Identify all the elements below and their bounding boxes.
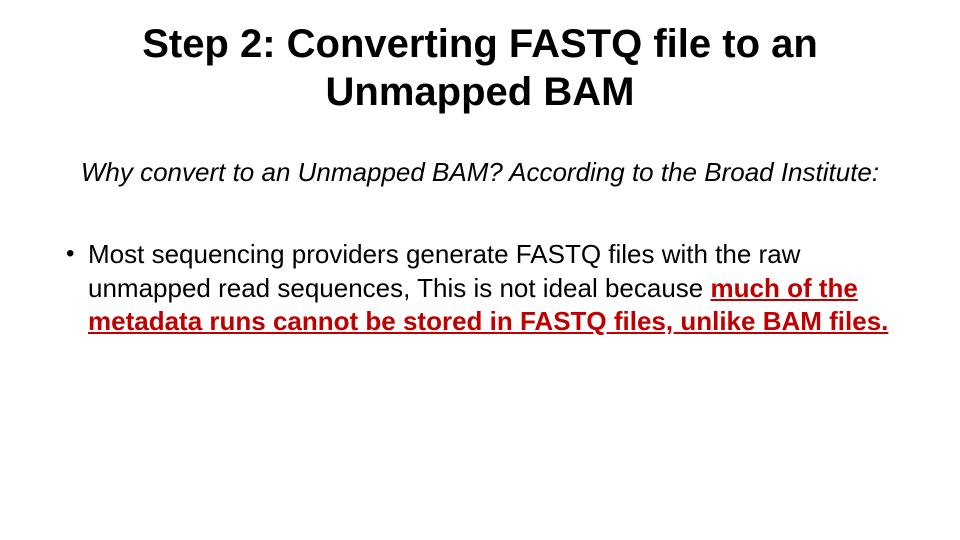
slide: Step 2: Converting FASTQ file to an Unma… [0,0,960,540]
bullet-list: Most sequencing providers generate FASTQ… [60,238,900,339]
list-item: Most sequencing providers generate FASTQ… [60,238,900,339]
slide-subtitle: Why convert to an Unmapped BAM? Accordin… [70,156,890,190]
slide-title: Step 2: Converting FASTQ file to an Unma… [70,20,890,116]
bullet-text: Most sequencing providers generate FASTQ… [88,239,800,303]
